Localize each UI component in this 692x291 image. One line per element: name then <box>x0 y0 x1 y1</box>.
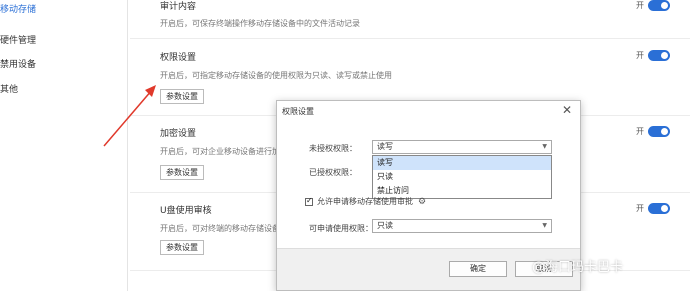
gear-icon[interactable]: ⚙ <box>418 197 426 207</box>
section-title: 审计内容 <box>160 2 197 12</box>
permission-dropdown-list: 读写 只读 禁止访问 <box>372 155 552 199</box>
toggle-label: 开 <box>636 51 644 60</box>
allow-request-checkbox[interactable] <box>305 196 313 206</box>
toggle-label: 开 <box>636 204 644 213</box>
encryption-settings-button[interactable]: 参数设置 <box>160 165 204 180</box>
watermark: @海口玛卡巴卡 <box>532 260 624 275</box>
encryption-toggle-group: 开 <box>636 126 670 137</box>
usb-audit-toggle-group: 开 <box>636 203 670 214</box>
sidebar-item-other[interactable]: 其他 <box>0 82 18 95</box>
permissions-settings-button[interactable]: 参数设置 <box>160 89 204 104</box>
sidebar-item-hardware[interactable]: 硬件管理 <box>0 33 36 46</box>
chevron-down-icon: ▼ <box>542 143 547 150</box>
dialog-title: 权限设置 <box>282 107 314 116</box>
section-description: 开启后，可指定移动存储设备的使用权限为只读、读写或禁止使用 <box>160 71 392 80</box>
select-value: 读写 <box>377 142 393 151</box>
chevron-down-icon: ▼ <box>542 222 547 229</box>
section-title: 权限设置 <box>160 53 197 63</box>
sidebar-item-mobile-storage[interactable]: 移动存储 <box>0 2 36 15</box>
toggle-label: 开 <box>636 1 644 10</box>
encryption-toggle[interactable] <box>648 126 670 137</box>
unauthorized-label: 未授权权限： <box>309 144 357 153</box>
allow-request-label: 允许申请移动存储使用审批 <box>317 197 413 206</box>
allow-request-row: 允许申请移动存储使用审批 ⚙ <box>305 196 426 207</box>
unauthorized-permission-select[interactable]: 读写 ▼ <box>372 140 552 154</box>
section-description: 开启后，可对终端的移动存储设备 <box>160 224 280 233</box>
dropdown-option-read-only[interactable]: 只读 <box>373 170 551 184</box>
toggle-label: 开 <box>636 127 644 136</box>
audit-toggle[interactable] <box>648 0 670 11</box>
sidebar-item-disabled-devices[interactable]: 禁用设备 <box>0 57 36 70</box>
permissions-toggle-group: 开 <box>636 50 670 61</box>
request-permission-label: 可申请使用权限： <box>309 224 373 233</box>
request-permission-select[interactable]: 只读 ▼ <box>372 219 552 233</box>
usb-audit-settings-button[interactable]: 参数设置 <box>160 240 204 255</box>
section-title: 加密设置 <box>160 129 197 139</box>
authorized-label: 已授权权限： <box>309 168 357 177</box>
section-title: U盘使用审核 <box>160 206 212 216</box>
section-description: 开启后，可保存终端操作移动存储设备中的文件活动记录 <box>160 19 360 28</box>
divider <box>130 38 690 39</box>
usb-audit-toggle[interactable] <box>648 203 670 214</box>
audit-toggle-group: 开 <box>636 0 670 11</box>
permissions-toggle[interactable] <box>648 50 670 61</box>
select-value: 只读 <box>377 221 393 230</box>
ok-button[interactable]: 确定 <box>449 261 507 277</box>
section-description: 开启后，可对企业移动设备进行加 <box>160 147 280 156</box>
dropdown-option-read-write[interactable]: 读写 <box>373 156 551 170</box>
annotation-arrow <box>103 85 156 147</box>
close-icon[interactable]: ✕ <box>562 103 572 117</box>
